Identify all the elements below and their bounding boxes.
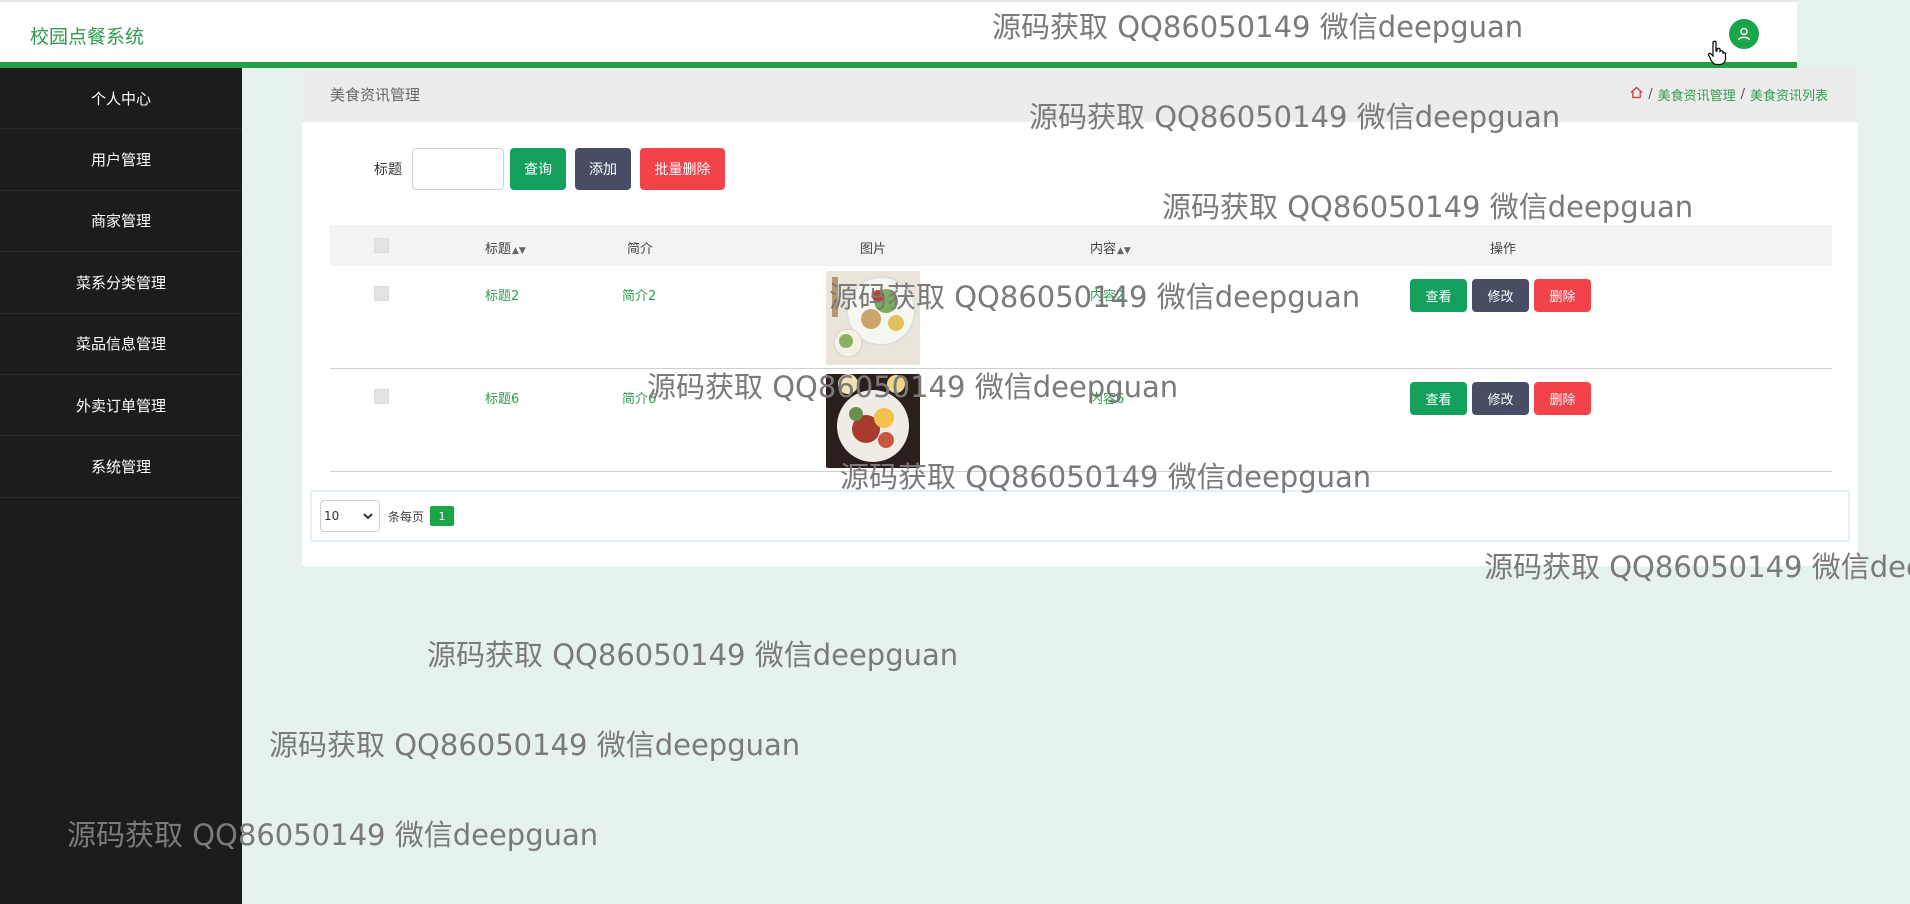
main-panel: 美食资讯管理 / 美食资讯管理 / 美食资讯列表 标题 查询 添加 批量删除 标… bbox=[302, 68, 1858, 566]
edit-button[interactable]: 修改 bbox=[1472, 279, 1529, 312]
watermark-text: 源码获取 QQ86050149 微信deepguan bbox=[269, 728, 801, 762]
breadcrumb: / 美食资讯管理 / 美食资讯列表 bbox=[1630, 85, 1828, 104]
sidebar-item-label: 菜系分类管理 bbox=[75, 273, 166, 292]
delete-button[interactable]: 删除 bbox=[1534, 279, 1591, 312]
sidebar-item-merchant-management[interactable]: 商家管理 bbox=[0, 191, 242, 253]
page-size-value: 10 bbox=[324, 509, 340, 523]
row-title[interactable]: 标题2 bbox=[485, 285, 519, 304]
pagination: 10 条每页 1 bbox=[310, 490, 1850, 542]
sidebar-item-label: 系统管理 bbox=[90, 458, 151, 477]
sidebar-item-label: 菜品信息管理 bbox=[75, 335, 166, 354]
delete-button[interactable]: 删除 bbox=[1534, 382, 1591, 415]
row-checkbox[interactable] bbox=[374, 286, 389, 301]
app-title: 校园点餐系统 bbox=[30, 26, 145, 48]
top-header: 校园点餐系统 bbox=[0, 0, 1797, 68]
edit-button[interactable]: 修改 bbox=[1472, 382, 1529, 415]
hand-cursor-icon bbox=[1707, 40, 1727, 70]
chevron-down-icon bbox=[363, 509, 373, 523]
row-checkbox[interactable] bbox=[374, 389, 389, 404]
row-content: 内容6 bbox=[1090, 392, 1125, 407]
user-avatar-icon[interactable] bbox=[1729, 19, 1759, 49]
column-header-image: 图片 bbox=[860, 238, 886, 257]
breadcrumb-separator: / bbox=[1648, 87, 1653, 102]
column-header-title[interactable]: 标题▲▼ bbox=[485, 238, 526, 257]
column-label: 内容 bbox=[1090, 242, 1117, 257]
breadcrumb-item-current: 美食资讯列表 bbox=[1749, 89, 1828, 104]
table-row: 标题2 简介2 内容2 查看 修改 删除 bbox=[330, 266, 1832, 369]
sidebar-item-user-management[interactable]: 用户管理 bbox=[0, 129, 242, 191]
sort-icon[interactable]: ▲▼ bbox=[512, 246, 526, 256]
sidebar-item-takeout-orders[interactable]: 外卖订单管理 bbox=[0, 375, 242, 437]
page-size-select[interactable]: 10 bbox=[320, 500, 380, 532]
batch-delete-button[interactable]: 批量删除 bbox=[640, 148, 725, 190]
row-actions: 查看 修改 删除 bbox=[1410, 279, 1596, 312]
per-page-label: 条每页 bbox=[388, 509, 425, 524]
home-icon[interactable] bbox=[1630, 86, 1643, 103]
news-table: 标题▲▼ 简介 图片 内容▲▼ 操作 标题2 简介2 内容2 查看 修改 删除 … bbox=[330, 225, 1832, 472]
sidebar-item-label: 外卖订单管理 bbox=[75, 396, 166, 415]
column-header-content[interactable]: 内容▲▼ bbox=[1090, 238, 1131, 257]
row-actions: 查看 修改 删除 bbox=[1410, 382, 1596, 415]
search-bar: 标题 查询 添加 批量删除 bbox=[374, 148, 734, 190]
select-all-checkbox[interactable] bbox=[374, 238, 389, 253]
breadcrumb-item[interactable]: 美食资讯管理 bbox=[1658, 85, 1736, 104]
page-button-current[interactable]: 1 bbox=[430, 506, 455, 526]
page-title: 美食资讯管理 bbox=[330, 86, 421, 104]
sidebar-item-cuisine-category[interactable]: 菜系分类管理 bbox=[0, 252, 242, 314]
row-image-breakfast-plate[interactable] bbox=[826, 374, 920, 468]
row-title[interactable]: 标题6 bbox=[485, 388, 519, 407]
sidebar-item-system-management[interactable]: 系统管理 bbox=[0, 436, 242, 498]
title-search-input[interactable] bbox=[412, 148, 504, 190]
sort-icon[interactable]: ▲▼ bbox=[1117, 246, 1131, 256]
column-label: 操作 bbox=[1490, 242, 1517, 257]
table-row: 标题6 简介6 内容6 查看 修改 删除 bbox=[330, 369, 1832, 472]
watermark-text: 源码获取 QQ86050149 微信deepguan bbox=[427, 638, 959, 672]
sidebar-item-personal-center[interactable]: 个人中心 bbox=[0, 68, 242, 130]
breadcrumb-separator: / bbox=[1740, 87, 1745, 102]
view-button[interactable]: 查看 bbox=[1410, 279, 1467, 312]
view-button[interactable]: 查看 bbox=[1410, 382, 1467, 415]
add-button[interactable]: 添加 bbox=[575, 148, 631, 190]
column-label: 标题 bbox=[485, 242, 512, 257]
row-intro: 简介2 bbox=[622, 289, 657, 304]
search-label: 标题 bbox=[374, 162, 402, 178]
query-button[interactable]: 查询 bbox=[510, 148, 566, 190]
panel-header: 美食资讯管理 / 美食资讯管理 / 美食资讯列表 bbox=[302, 68, 1858, 122]
sidebar-item-label: 商家管理 bbox=[90, 212, 151, 231]
row-intro: 简介6 bbox=[622, 392, 657, 407]
column-header-actions: 操作 bbox=[1490, 238, 1516, 257]
row-content: 内容2 bbox=[1090, 289, 1125, 304]
sidebar-item-dish-info[interactable]: 菜品信息管理 bbox=[0, 314, 242, 375]
column-header-intro: 简介 bbox=[627, 238, 653, 257]
table-header: 标题▲▼ 简介 图片 内容▲▼ 操作 bbox=[330, 225, 1832, 266]
column-label: 图片 bbox=[860, 242, 887, 257]
sidebar-item-label: 用户管理 bbox=[90, 151, 151, 170]
sidebar: 个人中心 用户管理 商家管理 菜系分类管理 菜品信息管理 外卖订单管理 系统管理 bbox=[0, 68, 242, 904]
sidebar-item-label: 个人中心 bbox=[90, 89, 151, 108]
row-image-salad-plate[interactable] bbox=[826, 271, 920, 365]
column-label: 简介 bbox=[627, 242, 654, 257]
